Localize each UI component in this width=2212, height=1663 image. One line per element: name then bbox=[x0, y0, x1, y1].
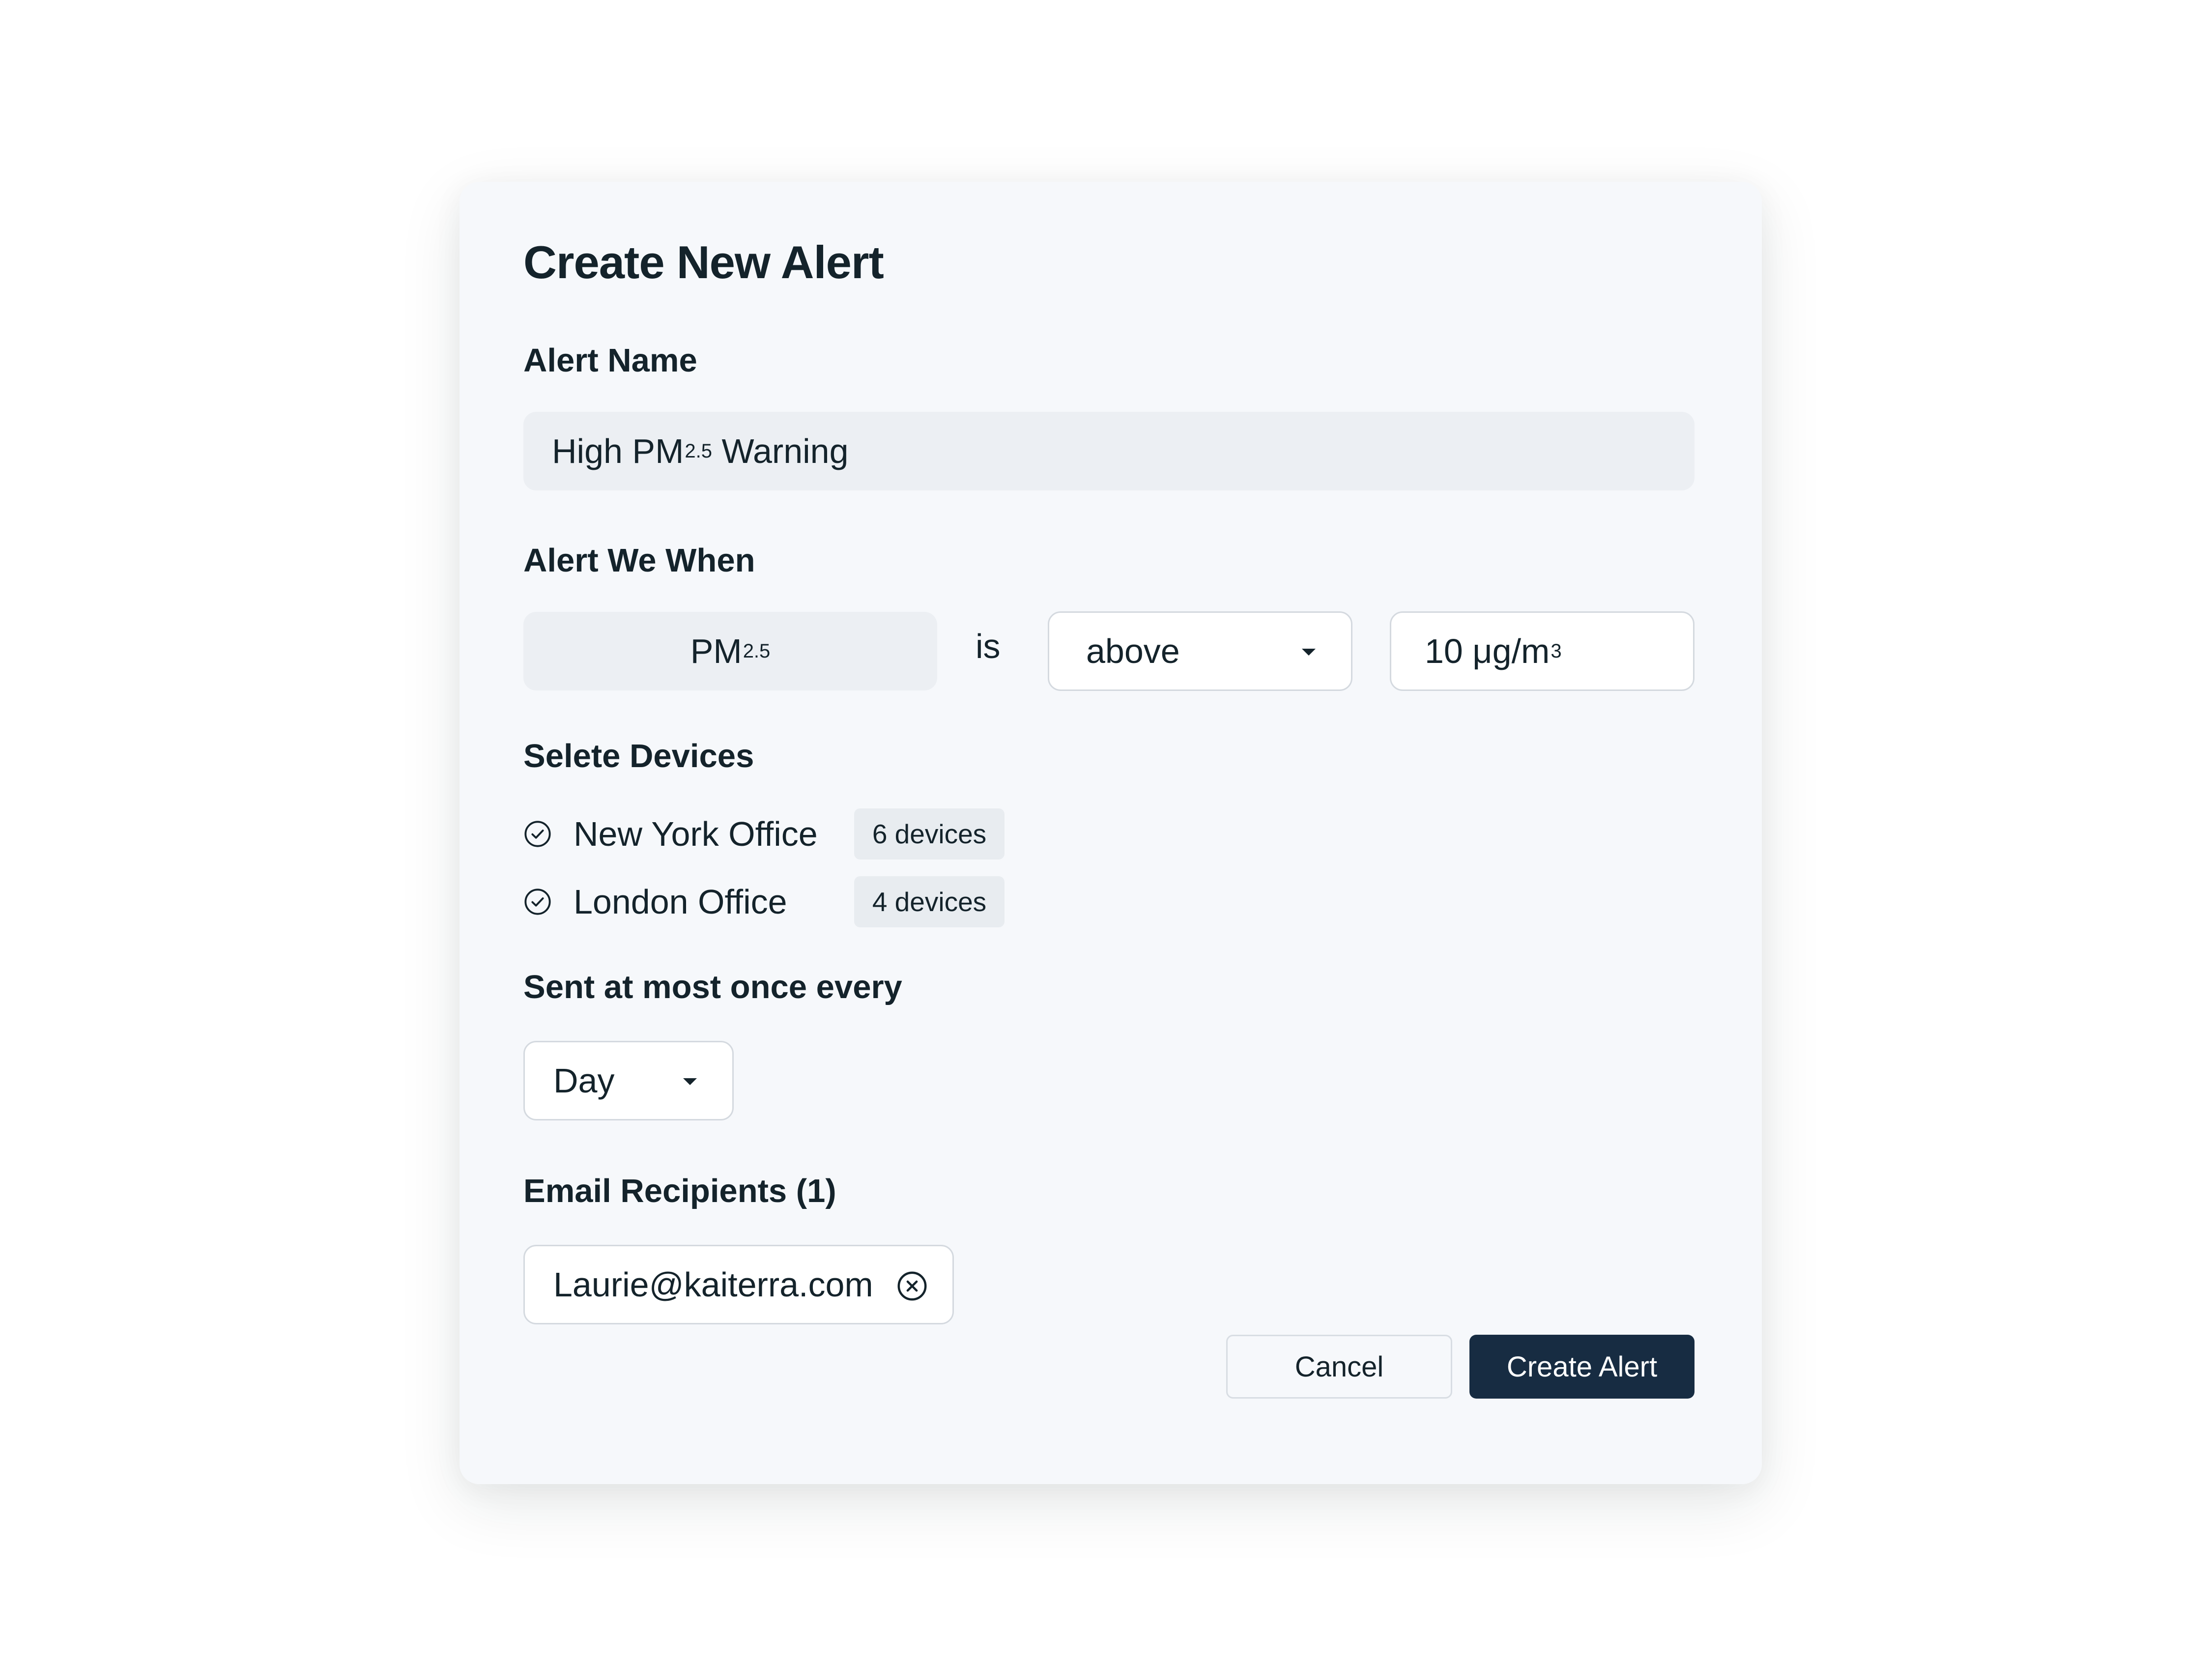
cancel-button[interactable]: Cancel bbox=[1226, 1335, 1452, 1399]
frequency-select[interactable]: Day bbox=[523, 1041, 734, 1120]
alert-name-subscript: 2.5 bbox=[685, 440, 713, 462]
create-alert-dialog: Create New Alert Alert Name High PM 2.5 W… bbox=[460, 182, 1762, 1484]
metric-name: PM bbox=[690, 632, 742, 670]
operator-value: above bbox=[1086, 632, 1180, 670]
email-recipient-chip[interactable]: Laurie@kaiterra.com bbox=[523, 1245, 954, 1324]
frequency-label: Sent at most once every bbox=[523, 969, 902, 1005]
email-recipients-label: Email Recipients (1) bbox=[523, 1173, 836, 1209]
condition-label: Alert We When bbox=[523, 542, 755, 579]
dialog-title: Create New Alert bbox=[523, 236, 884, 288]
threshold-value: 10 μg/m bbox=[1425, 632, 1550, 670]
alert-name-label: Alert Name bbox=[523, 342, 697, 379]
close-circle-icon[interactable] bbox=[896, 1270, 928, 1302]
device-name: London Office bbox=[574, 883, 787, 921]
caret-down-icon bbox=[683, 1078, 697, 1085]
device-item-new-york[interactable]: New York Office 6 devices bbox=[523, 808, 1005, 860]
alert-name-suffix: Warning bbox=[712, 432, 849, 470]
check-circle-icon[interactable] bbox=[523, 820, 552, 848]
metric-subscript: 2.5 bbox=[743, 640, 771, 662]
device-item-london[interactable]: London Office 4 devices bbox=[523, 876, 1005, 927]
alert-name-prefix: High PM bbox=[552, 432, 684, 470]
email-address: Laurie@kaiterra.com bbox=[553, 1265, 873, 1304]
threshold-unit-superscript: 3 bbox=[1551, 640, 1562, 662]
operator-select[interactable]: above bbox=[1048, 611, 1352, 691]
threshold-input[interactable]: 10 μg/m 3 bbox=[1390, 611, 1695, 691]
check-circle-icon[interactable] bbox=[523, 888, 552, 916]
metric-field[interactable]: PM 2.5 bbox=[523, 612, 937, 690]
alert-name-input[interactable]: High PM 2.5 Warning bbox=[523, 412, 1695, 490]
caret-down-icon bbox=[1302, 649, 1316, 656]
condition-connector: is bbox=[976, 627, 1001, 665]
create-alert-button[interactable]: Create Alert bbox=[1469, 1335, 1695, 1399]
devices-label: Selete Devices bbox=[523, 738, 754, 774]
device-count-badge: 6 devices bbox=[854, 808, 1005, 860]
device-count-badge: 4 devices bbox=[854, 876, 1005, 927]
device-name: New York Office bbox=[574, 815, 818, 853]
frequency-value: Day bbox=[553, 1061, 615, 1100]
